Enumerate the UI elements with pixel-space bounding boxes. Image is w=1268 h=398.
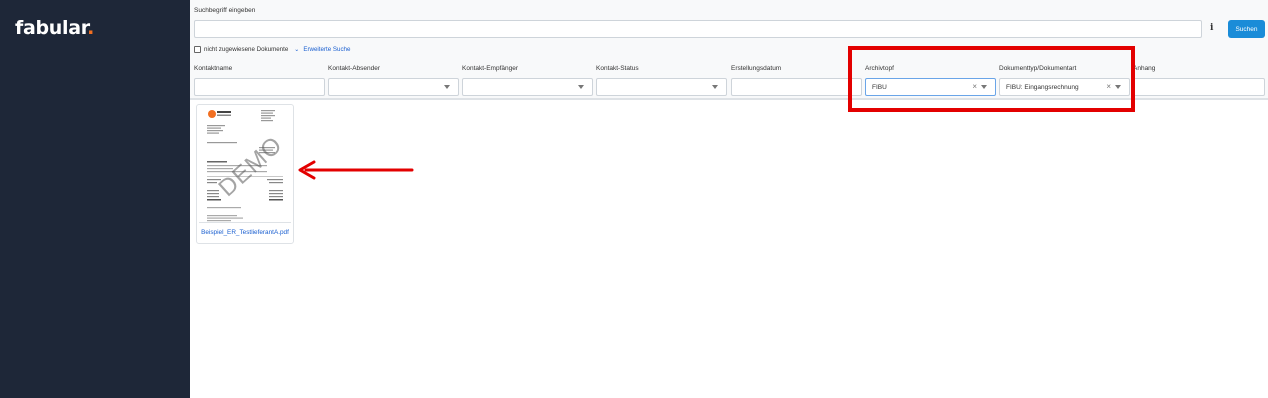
- document-filename-link[interactable]: Beispiel_ER_TestlieferantA.pdf: [197, 229, 293, 236]
- filter-label-kontakt-status: Kontakt-Status: [596, 65, 639, 72]
- info-icon[interactable]: i: [1210, 23, 1213, 33]
- search-button[interactable]: Suchen: [1228, 20, 1265, 38]
- unassigned-label: nicht zugewiesene Dokumente: [204, 46, 289, 53]
- advanced-search-label: Erweiterte Suche: [303, 46, 351, 53]
- filter-kontaktname-input[interactable]: [194, 78, 325, 96]
- advanced-search-toggle[interactable]: ⌄ Erweiterte Suche: [294, 46, 350, 53]
- document-card[interactable]: DEMO Beispiel_ER_TestlieferantA.pdf: [196, 104, 294, 244]
- annotation-highlight-box: [848, 46, 1135, 112]
- options-row: nicht zugewiesene Dokumente ⌄ Erweiterte…: [194, 46, 350, 53]
- document-thumbnail[interactable]: DEMO: [199, 107, 291, 223]
- dropdown-caret-icon: [444, 85, 450, 89]
- filter-label-kontaktname: Kontaktname: [194, 65, 233, 72]
- search-label: Suchbegriff eingeben: [194, 7, 256, 14]
- sidebar: fabular.: [0, 0, 190, 398]
- dropdown-caret-icon: [712, 85, 718, 89]
- search-input[interactable]: [194, 20, 1202, 38]
- unassigned-checkbox[interactable]: [194, 46, 201, 53]
- filter-anhang-input[interactable]: [1133, 78, 1265, 96]
- filter-label-anhang: Anhang: [1133, 65, 1156, 72]
- chevron-down-icon: ⌄: [294, 47, 300, 53]
- annotation-arrow-icon: [298, 160, 414, 180]
- app-logo[interactable]: fabular.: [15, 17, 94, 39]
- filter-label-kontakt-absender: Kontakt-Absender: [328, 65, 381, 72]
- filter-kontakt-status-select[interactable]: [596, 78, 727, 96]
- filter-erstellungsdatum-input[interactable]: [731, 78, 862, 96]
- filter-kontakt-empfaenger-select[interactable]: [462, 78, 593, 96]
- filter-label-erstellungsdatum: Erstellungsdatum: [731, 65, 782, 72]
- filter-kontakt-absender-select[interactable]: [328, 78, 459, 96]
- filter-label-kontakt-empfaenger: Kontakt-Empfänger: [462, 65, 519, 72]
- dropdown-caret-icon: [578, 85, 584, 89]
